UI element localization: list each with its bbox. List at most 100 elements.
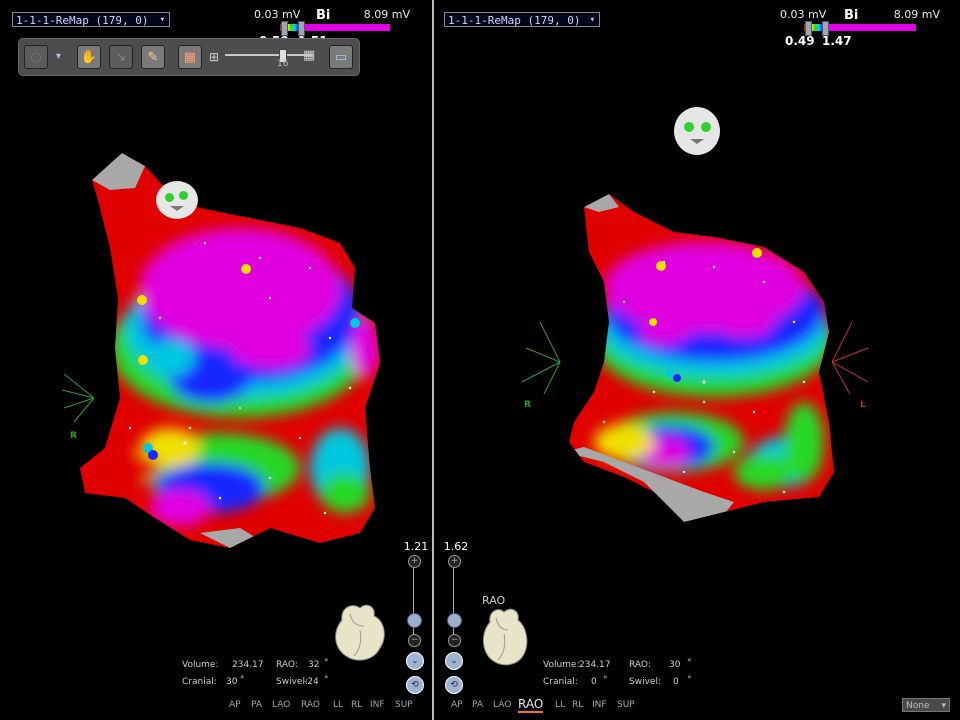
scale-min: 0.03 mV xyxy=(254,8,301,21)
rao-value: 32 xyxy=(308,660,320,670)
view-info: Volume: 234.17 RAO: 30 ° Cranial: 0 ° Sw… xyxy=(543,658,693,690)
rao-unit: ° xyxy=(687,658,692,668)
volume-value: 234.17 xyxy=(579,660,611,670)
display-mode-button[interactable]: ◌ xyxy=(24,45,48,69)
cranial-value: 0 xyxy=(591,677,597,687)
swivel-value: -24 xyxy=(304,677,319,687)
heart-orientation-icon xyxy=(335,604,385,661)
grid-slider-value: 16 xyxy=(277,59,289,69)
view-rl[interactable]: RL xyxy=(572,700,583,710)
orientation-axes-r xyxy=(521,321,561,395)
map-toolbar: ◌ ▾ ✋ ↘ ✎ ▦ ⊞ 16 ▦ ▭ xyxy=(18,38,360,76)
right-map-view[interactable]: 1-1-1-ReMap (179, 0) ▾ 0.03 mV Bi 8.09 m… xyxy=(434,0,960,720)
orientation-axes-l xyxy=(831,321,869,395)
color-scale-high xyxy=(826,24,916,31)
view-sup[interactable]: SUP xyxy=(395,700,413,710)
scale-upper-value: 1.47 xyxy=(822,34,852,48)
electroanatomic-map[interactable] xyxy=(70,148,390,558)
grid-slider-track[interactable] xyxy=(225,54,313,56)
chevron-down-icon: ▾ xyxy=(941,701,946,711)
map-selector[interactable]: 1-1-1-ReMap (179, 0) ▾ xyxy=(12,12,170,27)
zoom-in-icon[interactable]: + xyxy=(448,555,461,568)
rotate-tool-button[interactable]: ✋ xyxy=(77,45,101,69)
zoom-in-icon[interactable]: + xyxy=(408,555,421,568)
zoom-value: 1.21 xyxy=(403,540,429,553)
heart-orientation-icon xyxy=(483,608,528,666)
view-down-button[interactable]: ⌄ xyxy=(406,652,424,670)
view-rao[interactable]: RAO xyxy=(301,700,320,710)
view-ll[interactable]: LL xyxy=(555,700,565,710)
view-inf[interactable]: INF xyxy=(592,700,607,710)
rao-value: 30 xyxy=(669,660,681,670)
map-selector[interactable]: 1-1-1-ReMap (179, 0) ▾ xyxy=(444,12,600,27)
window-tool-icon: ▭ xyxy=(334,49,348,65)
scale-min: 0.03 mV xyxy=(780,8,827,21)
view-down-button[interactable]: ⌄ xyxy=(445,652,463,670)
cranial-unit: ° xyxy=(603,675,608,685)
zoom-knob[interactable] xyxy=(447,613,462,628)
orientation-axes xyxy=(61,373,95,423)
color-scale-bar[interactable] xyxy=(280,24,390,31)
view-info: Volume: 234.17 RAO: 32 ° Cranial: 30 ° S… xyxy=(182,658,332,690)
axis-label-right: R xyxy=(70,431,77,441)
map-selector-label: 1-1-1-ReMap (179, 0) xyxy=(16,14,149,27)
overlay-select[interactable]: None ▾ xyxy=(902,698,950,712)
view-reset-button[interactable]: ⟲ xyxy=(445,676,463,694)
cranial-unit: ° xyxy=(240,675,245,685)
window-tool-button[interactable]: ▭ xyxy=(329,45,353,69)
left-map-view[interactable]: 1-1-1-ReMap (179, 0) ▾ 0.03 mV Bi 8.09 m… xyxy=(0,0,432,720)
view-inf[interactable]: INF xyxy=(370,700,385,710)
volume-value: 234.17 xyxy=(232,660,264,670)
dropdown-chevron-icon[interactable]: ▾ xyxy=(56,51,61,62)
erase-tool-button[interactable]: ✎ xyxy=(141,45,165,69)
view-reset-button[interactable]: ⟲ xyxy=(406,676,424,694)
scale-max: 8.09 mV xyxy=(363,8,410,21)
grid-tool-button[interactable]: ▦ xyxy=(178,45,202,69)
rao-unit: ° xyxy=(324,658,329,668)
scale-mode: Bi xyxy=(316,8,331,23)
view-ll[interactable]: LL xyxy=(333,700,343,710)
zoom-out-icon[interactable]: − xyxy=(448,634,461,647)
chevron-down-icon: ▾ xyxy=(589,15,595,25)
cranial-label: Cranial: xyxy=(182,677,217,687)
zoom-out-icon[interactable]: − xyxy=(408,634,421,647)
swivel-unit: ° xyxy=(324,675,329,685)
voltage-scale: 0.03 mV Bi 8.09 mV 0.49 1.47 xyxy=(780,8,940,48)
color-scale-high xyxy=(302,24,390,31)
chevron-down-icon: ▾ xyxy=(159,15,165,25)
view-lao[interactable]: LAO xyxy=(493,700,511,710)
pan-tool-icon: ↘ xyxy=(115,49,127,65)
view-pa[interactable]: PA xyxy=(472,700,483,710)
head-orientation-icon xyxy=(156,181,198,219)
grid-tool-icon: ▦ xyxy=(183,49,197,65)
map-selector-label: 1-1-1-ReMap (179, 0) xyxy=(448,14,581,27)
swivel-value: 0 xyxy=(673,677,679,687)
view-rl[interactable]: RL xyxy=(351,700,362,710)
erase-tool-icon: ✎ xyxy=(147,49,159,65)
view-sup[interactable]: SUP xyxy=(617,700,635,710)
axis-label-left: L xyxy=(860,400,866,410)
view-lao[interactable]: LAO xyxy=(272,700,290,710)
color-scale-bar[interactable] xyxy=(804,24,916,31)
rao-label: RAO: xyxy=(629,660,651,670)
cranial-value: 30 xyxy=(226,677,238,687)
display-mode-icon: ◌ xyxy=(30,49,42,65)
overlay-select-label: None xyxy=(906,701,930,711)
zoom-value: 1.62 xyxy=(443,540,469,553)
electroanatomic-map[interactable] xyxy=(564,192,844,542)
rotate-tool-icon: ✋ xyxy=(80,49,98,65)
view-ap[interactable]: AP xyxy=(451,700,463,710)
view-pa[interactable]: PA xyxy=(251,700,262,710)
view-ap[interactable]: AP xyxy=(229,700,241,710)
scale-mode: Bi xyxy=(844,8,859,23)
rao-label: RAO: xyxy=(276,660,298,670)
head-orientation-icon xyxy=(674,107,720,155)
volume-label: Volume: xyxy=(182,660,219,670)
grid-large-icon: ▦ xyxy=(303,48,316,63)
pan-tool-button[interactable]: ↘ xyxy=(109,45,133,69)
zoom-knob[interactable] xyxy=(407,613,422,628)
swivel-unit: ° xyxy=(687,675,692,685)
cranial-label: Cranial: xyxy=(543,677,578,687)
axis-label-right: R xyxy=(524,400,531,410)
view-rao[interactable]: RAO xyxy=(518,697,544,713)
